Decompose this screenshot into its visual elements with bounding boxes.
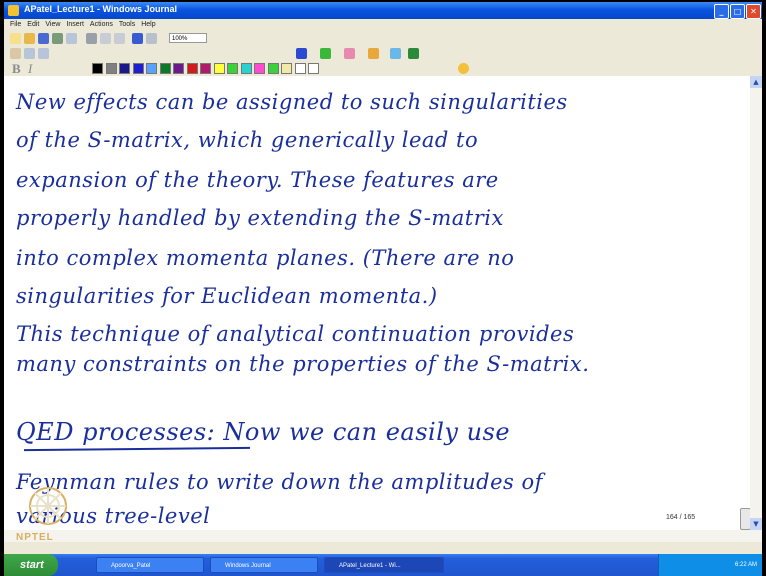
journal-app-icon [8, 5, 19, 16]
menu-edit[interactable]: Edit [27, 19, 39, 30]
scroll-up-arrow-icon[interactable]: ▲ [750, 76, 762, 88]
menu-view[interactable]: View [45, 19, 60, 30]
taskbar-item-windows-journal[interactable]: Windows Journal [210, 557, 318, 573]
maximize-button[interactable]: □ [730, 4, 745, 19]
system-tray: 6:22 AM [658, 554, 762, 576]
copy-icon[interactable] [100, 33, 111, 44]
redo-icon[interactable] [146, 33, 157, 44]
note-line: QED processes: Now we can easily use [16, 418, 511, 446]
note-line: into complex momenta planes. (There are … [16, 246, 515, 270]
cut-icon[interactable] [86, 33, 97, 44]
color-swatch[interactable] [227, 63, 238, 74]
color-swatch[interactable] [132, 63, 144, 74]
color-swatch[interactable] [267, 63, 279, 74]
menu-actions[interactable]: Actions [90, 19, 113, 30]
note-line: properly handled by extending the S-matr… [16, 206, 504, 230]
highlighter-icon[interactable] [320, 48, 331, 59]
color-swatch[interactable] [159, 63, 171, 74]
color-swatch[interactable] [281, 63, 292, 74]
paste-icon[interactable] [114, 33, 125, 44]
journal-page[interactable]: New effects can be assigned to such sing… [4, 76, 750, 530]
italic-button[interactable]: I [28, 61, 32, 77]
note-line: New effects can be assigned to such sing… [16, 90, 568, 114]
window-title: APatel_Lecture1 - Windows Journal [24, 4, 177, 14]
save-icon[interactable] [38, 33, 49, 44]
menu-bar: File Edit View Insert Actions Tools Help [4, 19, 762, 30]
undo-icon[interactable] [132, 33, 143, 44]
close-button[interactable]: ✕ [746, 4, 761, 19]
page-counter: 164 / 165 [666, 514, 696, 521]
vertical-scrollbar[interactable]: ▲ ▼ [750, 76, 762, 530]
minimize-button[interactable]: _ [714, 4, 729, 19]
note-line: singularities for Euclidean momenta.) [16, 284, 438, 308]
horizontal-scrollbar[interactable] [4, 530, 762, 542]
pen-icon[interactable] [296, 48, 307, 59]
eraser-icon[interactable] [344, 48, 355, 59]
menu-file[interactable]: File [10, 19, 21, 30]
color-swatch[interactable] [146, 63, 157, 74]
print-icon[interactable] [52, 33, 63, 44]
taskbar-item-folder[interactable]: Apoorva_Patel [96, 557, 204, 573]
standard-toolbar: 100% [4, 31, 762, 46]
find-icon[interactable] [66, 33, 77, 44]
color-swatch[interactable] [92, 63, 103, 74]
taskbar-item-lecture[interactable]: APatel_Lecture1 - Wi... [324, 557, 444, 573]
note-line: many constraints on the properties of th… [16, 352, 590, 376]
color-swatch[interactable] [105, 63, 117, 74]
color-swatch[interactable] [173, 63, 184, 74]
lasso-select-icon[interactable] [368, 48, 379, 59]
nptel-watermark: NPTEL [16, 532, 54, 543]
menu-tools[interactable]: Tools [119, 19, 135, 30]
color-swatch[interactable] [213, 63, 225, 74]
open-folder-icon[interactable] [24, 33, 35, 44]
menu-help[interactable]: Help [141, 19, 155, 30]
qed-underline [23, 446, 251, 452]
color-swatch[interactable] [240, 63, 252, 74]
hand-pan-icon[interactable] [10, 48, 21, 59]
bold-button[interactable]: B [12, 61, 21, 77]
pen-toolbar [4, 46, 762, 61]
page-navigation-icon[interactable] [740, 508, 750, 530]
note-line: of the S-matrix, which generically lead … [16, 128, 479, 152]
color-swatch[interactable] [254, 63, 265, 74]
zoom-select[interactable]: 100% [169, 33, 207, 43]
color-swatch[interactable] [308, 63, 319, 74]
title-bar[interactable]: APatel_Lecture1 - Windows Journal _ □ ✕ [4, 2, 762, 19]
note-line: Feynman rules to write down the amplitud… [16, 470, 543, 494]
color-swatch[interactable] [294, 63, 306, 74]
taskbar: start Apoorva_Patel Windows Journal APat… [4, 554, 762, 576]
note-line: This technique of analytical continuatio… [16, 322, 575, 346]
menu-insert[interactable]: Insert [66, 19, 84, 30]
clock: 6:22 AM [734, 562, 757, 568]
flag-icon[interactable] [408, 48, 419, 59]
color-swatch[interactable] [186, 63, 198, 74]
scroll-down-arrow-icon[interactable]: ▼ [750, 518, 762, 530]
zoom-out-icon[interactable] [38, 48, 49, 59]
color-swatch[interactable] [119, 63, 130, 74]
nptel-logo-icon [29, 487, 67, 525]
note-line: expansion of the theory. These features … [16, 168, 499, 192]
start-button[interactable]: start [4, 554, 58, 576]
insert-space-icon[interactable] [390, 48, 401, 59]
journal-window: APatel_Lecture1 - Windows Journal _ □ ✕ … [4, 2, 762, 576]
format-toolbar: B I [4, 61, 762, 76]
more-colors-icon[interactable] [458, 63, 469, 74]
new-note-icon[interactable] [10, 33, 21, 44]
color-swatch[interactable] [200, 63, 211, 74]
zoom-in-icon[interactable] [24, 48, 35, 59]
